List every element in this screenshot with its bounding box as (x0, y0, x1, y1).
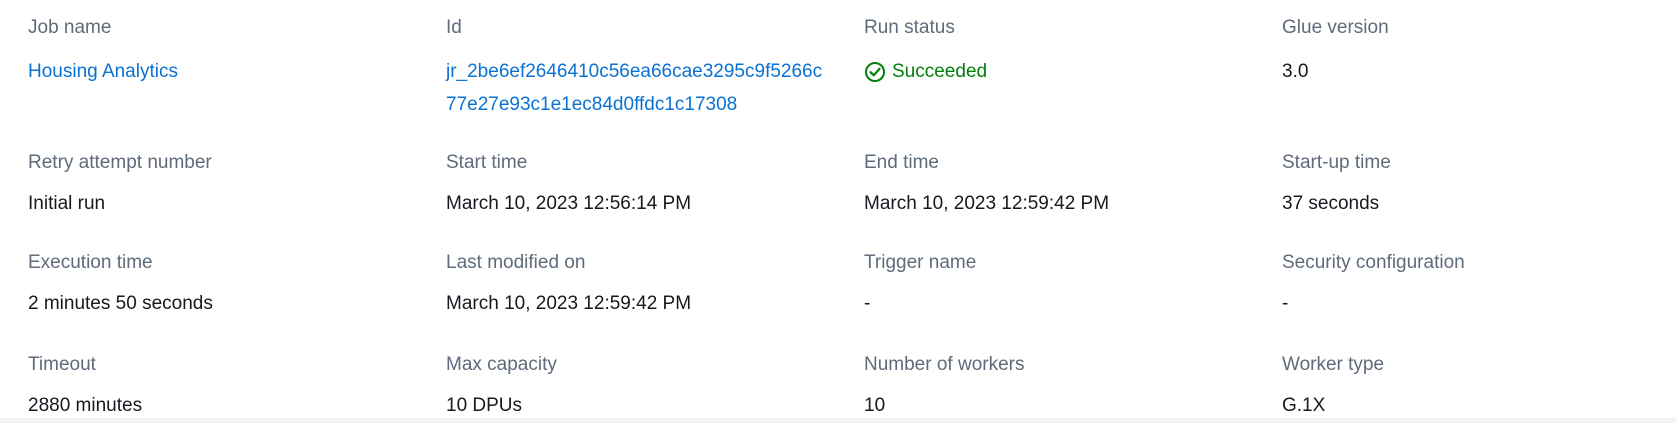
field-end-time: End time March 10, 2023 12:59:42 PM (864, 135, 1282, 235)
retry-attempt-value: Initial run (28, 193, 106, 214)
last-modified-label: Last modified on (446, 252, 586, 273)
field-start-time: Start time March 10, 2023 12:56:14 PM (446, 135, 864, 235)
field-glue-version: Glue version 3.0 (1282, 0, 1668, 135)
max-capacity-label: Max capacity (446, 354, 557, 375)
panel-bottom-divider (0, 418, 1676, 423)
end-time-value: March 10, 2023 12:59:42 PM (864, 193, 1110, 214)
execution-time-value: 2 minutes 50 seconds (28, 293, 213, 314)
num-workers-label: Number of workers (864, 354, 1025, 375)
field-last-modified: Last modified on March 10, 2023 12:59:42… (446, 235, 864, 337)
last-modified-value: March 10, 2023 12:59:42 PM (446, 293, 692, 314)
field-worker-type: Worker type G.1X (1282, 337, 1668, 423)
field-max-capacity: Max capacity 10 DPUs (446, 337, 864, 423)
field-job-name: Job name Housing Analytics (28, 0, 446, 135)
start-time-value: March 10, 2023 12:56:14 PM (446, 193, 692, 214)
check-circle-icon (864, 61, 886, 83)
worker-type-label: Worker type (1282, 354, 1385, 375)
field-execution-time: Execution time 2 minutes 50 seconds (28, 235, 446, 337)
security-config-value: - (1282, 293, 1289, 314)
run-id-link[interactable]: jr_2be6ef2646410c56ea66cae3295c9f5266c77… (446, 55, 832, 121)
job-name-label: Job name (28, 17, 112, 38)
field-security-config: Security configuration - (1282, 235, 1668, 337)
field-num-workers: Number of workers 10 (864, 337, 1282, 423)
job-name-link[interactable]: Housing Analytics (28, 55, 446, 88)
startup-time-value: 37 seconds (1282, 193, 1380, 214)
field-retry-attempt: Retry attempt number Initial run (28, 135, 446, 235)
id-label: Id (446, 17, 462, 38)
field-timeout: Timeout 2880 minutes (28, 337, 446, 423)
field-trigger-name: Trigger name - (864, 235, 1282, 337)
security-config-label: Security configuration (1282, 252, 1465, 273)
run-status-value: Succeeded (864, 55, 1282, 88)
glue-version-value: 3.0 (1282, 61, 1309, 82)
trigger-name-label: Trigger name (864, 252, 977, 273)
details-grid: Job name Housing Analytics Id jr_2be6ef2… (28, 0, 1668, 423)
retry-attempt-label: Retry attempt number (28, 152, 212, 173)
glue-version-label: Glue version (1282, 17, 1389, 38)
start-time-label: Start time (446, 152, 528, 173)
end-time-label: End time (864, 152, 939, 173)
run-status-label: Run status (864, 17, 955, 38)
trigger-name-value: - (864, 293, 871, 314)
execution-time-label: Execution time (28, 252, 153, 273)
startup-time-label: Start-up time (1282, 152, 1391, 173)
field-run-status: Run status Succeeded (864, 0, 1282, 135)
run-status-text: Succeeded (892, 61, 988, 82)
field-startup-time: Start-up time 37 seconds (1282, 135, 1668, 235)
timeout-label: Timeout (28, 354, 96, 375)
job-run-details-panel: Job name Housing Analytics Id jr_2be6ef2… (0, 0, 1676, 423)
field-id: Id jr_2be6ef2646410c56ea66cae3295c9f5266… (446, 0, 864, 135)
